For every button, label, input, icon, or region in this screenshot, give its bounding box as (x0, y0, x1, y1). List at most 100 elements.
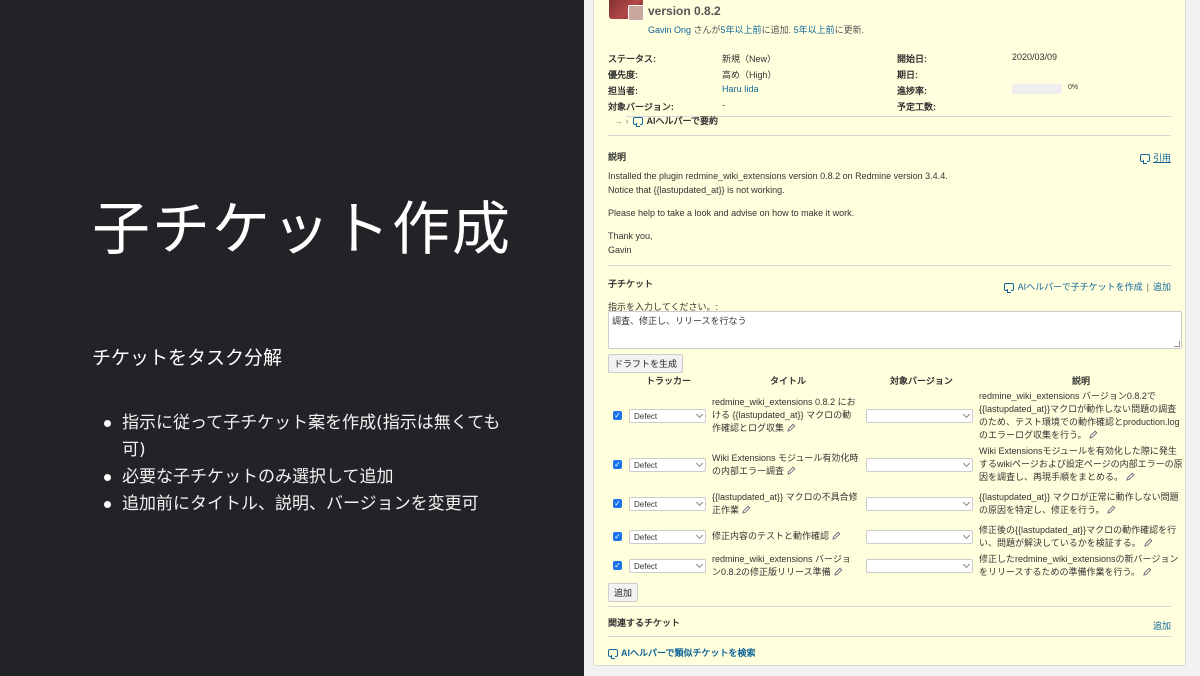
issue-panel: version 0.8.2 Gavin Ong さんが5年以上前に追加. 5年以… (593, 0, 1186, 666)
pencil-icon[interactable] (1143, 567, 1152, 576)
chat-icon (608, 648, 618, 659)
quote-button[interactable]: 引用 (1139, 151, 1171, 164)
draft-description-line: {{lastupdated_at}}マクロが動作しない問題の調査 (979, 404, 1177, 414)
tracker-select[interactable]: Defect (629, 497, 706, 511)
separator: | (1146, 281, 1149, 292)
status-label: ステータス: (608, 54, 656, 64)
draft-description[interactable]: redmine_wiki_extensions バージョン0.8.2で {{las… (979, 390, 1184, 442)
draft-description[interactable]: Wiki Extensionsモジュールを有効化した際に発生 するwikiページお… (979, 445, 1184, 484)
version-select[interactable] (866, 530, 973, 544)
generate-draft-button[interactable]: ドラフトを生成 (608, 354, 684, 373)
tracker-value: Defect (634, 533, 658, 542)
draft-description-line: い、問題が解決しているかを検証する。 (979, 538, 1141, 548)
redmine-screenshot: version 0.8.2 Gavin Ong さんが5年以上前に追加. 5年以… (584, 0, 1200, 676)
pencil-icon[interactable] (1144, 538, 1153, 547)
slide-title: 子チケット作成 (92, 195, 513, 263)
description-line: Installed the plugin redmine_wiki_extens… (608, 171, 948, 181)
chevron-down-icon (695, 560, 704, 569)
row-checkbox[interactable]: ✓ (613, 411, 622, 420)
chat-icon (632, 116, 643, 127)
row-checkbox[interactable]: ✓ (613, 532, 622, 541)
slide-bullet-list: 指示に従って子チケット案を作成(指示は無くても可) 必要な子チケットのみ選択して… (104, 410, 514, 518)
draft-title[interactable]: redmine_wiki_extensions 0.8.2 にお ける {{las… (712, 396, 862, 435)
draft-title-line: {{lastupdated_at}} マクロの不具合修 (712, 492, 858, 502)
status-value: 新規（New） (722, 54, 777, 64)
draft-description-line: Wiki Extensionsモジュールを有効化した際に発生 (979, 446, 1177, 456)
draft-description-line: の原因を特定し、修正を行う。 (979, 505, 1105, 515)
table-row: ✓ Defect redmine_wiki_extensions 0.8.2 におけ… (594, 390, 1187, 442)
resize-handle[interactable] (1174, 341, 1180, 347)
draft-description[interactable]: 修正したredmine_wiki_extensionsの新バージョン をリリースす… (979, 553, 1184, 579)
header-title: タイトル (770, 376, 807, 386)
version-select[interactable] (866, 409, 973, 423)
added-time-link[interactable]: 5年以上前 (721, 25, 762, 35)
draft-title-line: ける {{lastupdated_at}} マクロの動 (712, 410, 852, 420)
draft-title[interactable]: 修正内容のテストと動作確認 (712, 530, 862, 543)
updated-time-link[interactable]: 5年以上前 (794, 25, 835, 35)
draft-description-line: 修正後の{{lastupdated_at}}マクロの動作確認を行 (979, 525, 1177, 535)
ai-summary-label: AIヘルパーで要約 (646, 116, 718, 126)
add-subtask-link[interactable]: 追加 (1153, 280, 1171, 293)
header-tracker: トラッカー (646, 376, 692, 386)
tracker-select[interactable]: Defect (629, 409, 706, 423)
row-checkbox[interactable]: ✓ (613, 499, 622, 508)
assignee-link[interactable]: Haru Iida (722, 84, 759, 94)
pencil-icon[interactable] (833, 567, 843, 576)
draft-description[interactable]: {{lastupdated_at}} マクロが正常に動作しない問題 の原因を特定し… (979, 491, 1184, 517)
row-checkbox[interactable]: ✓ (613, 561, 622, 570)
tracker-select[interactable]: Defect (629, 530, 706, 544)
progress-value: 0% (1068, 84, 1079, 91)
table-row: ✓ Defect 修正内容のテストと動作確認 修正後の{{lastupdated_at… (594, 525, 1187, 549)
header-description: 説明 (1072, 376, 1091, 386)
draft-title-line: redmine_wiki_extensions バージョ (712, 554, 851, 564)
slide-bullet: 必要な子チケットのみ選択して追加 (104, 464, 514, 491)
instruction-textarea[interactable]: 調査、修正し、リリースを行なう (608, 311, 1182, 349)
tracker-value: Defect (634, 461, 658, 470)
author-avatar (628, 5, 644, 21)
quote-label: 引用 (1152, 153, 1171, 163)
draft-description-line: 修正したredmine_wiki_extensionsの新バージョン (979, 554, 1179, 564)
divider (608, 606, 1171, 607)
version-select[interactable] (866, 497, 973, 511)
draft-title[interactable]: {{lastupdated_at}} マクロの不具合修 正作業 (712, 491, 862, 517)
version-select[interactable] (866, 458, 973, 472)
pencil-icon[interactable] (1089, 430, 1098, 439)
chevron-down-icon (962, 560, 971, 569)
target-version-value: - (722, 100, 725, 110)
tracker-value: Defect (634, 500, 658, 509)
row-checkbox[interactable]: ✓ (613, 460, 622, 469)
description-line: Please help to take a look and advise on… (608, 208, 855, 218)
tracker-value: Defect (634, 412, 658, 421)
instruction-value: 調査、修正し、リリースを行なう (612, 316, 747, 326)
author-link[interactable]: Gavin Ong (648, 25, 691, 35)
ai-create-subtasks-link[interactable]: AIヘルパーで子チケットを作成 (1018, 280, 1143, 293)
add-selected-button[interactable]: 追加 (608, 583, 639, 602)
similar-search-link[interactable]: AIヘルパーで類似チケットを検索 (608, 646, 755, 659)
draft-title[interactable]: redmine_wiki_extensions バージョ ン0.8.2の修正版リリ… (712, 553, 862, 579)
slide-subtitle: チケットをタスク分解 (92, 347, 283, 369)
draft-title-line: 正作業 (712, 505, 740, 515)
similar-search-label: AIヘルパーで類似チケットを検索 (621, 648, 756, 658)
start-date-label: 開始日: (897, 54, 927, 64)
draft-title[interactable]: Wiki Extensions モジュール有効化時 の内部エラー調査 (712, 452, 862, 478)
tracker-select[interactable]: Defect (629, 559, 706, 573)
draft-title-line: 作確認とログ収集 (712, 423, 785, 433)
pencil-icon[interactable] (742, 505, 751, 514)
target-version-label: 対象バージョン: (608, 102, 674, 112)
chevron-down-icon (695, 459, 704, 468)
version-select[interactable] (866, 559, 973, 573)
chevron-down-icon (962, 459, 971, 468)
related-issues-title: 関連するチケット (608, 618, 681, 628)
pencil-icon[interactable] (832, 531, 841, 540)
pencil-icon[interactable] (787, 423, 796, 432)
pencil-icon[interactable] (1107, 505, 1116, 514)
draft-description[interactable]: 修正後の{{lastupdated_at}}マクロの動作確認を行 い、問題が解決し… (979, 524, 1184, 550)
chevron-down-icon (962, 498, 971, 507)
tracker-select[interactable]: Defect (629, 458, 706, 472)
priority-value: 高め（High） (722, 70, 777, 80)
ai-summary-toggle[interactable]: → › AIヘルパーで要約 (614, 114, 718, 127)
pencil-icon[interactable] (1126, 472, 1135, 481)
add-related-link[interactable]: 追加 (1153, 619, 1171, 632)
draft-description-line: 因を調査し、再現手順をまとめる。 (979, 472, 1124, 482)
pencil-icon[interactable] (787, 466, 796, 475)
